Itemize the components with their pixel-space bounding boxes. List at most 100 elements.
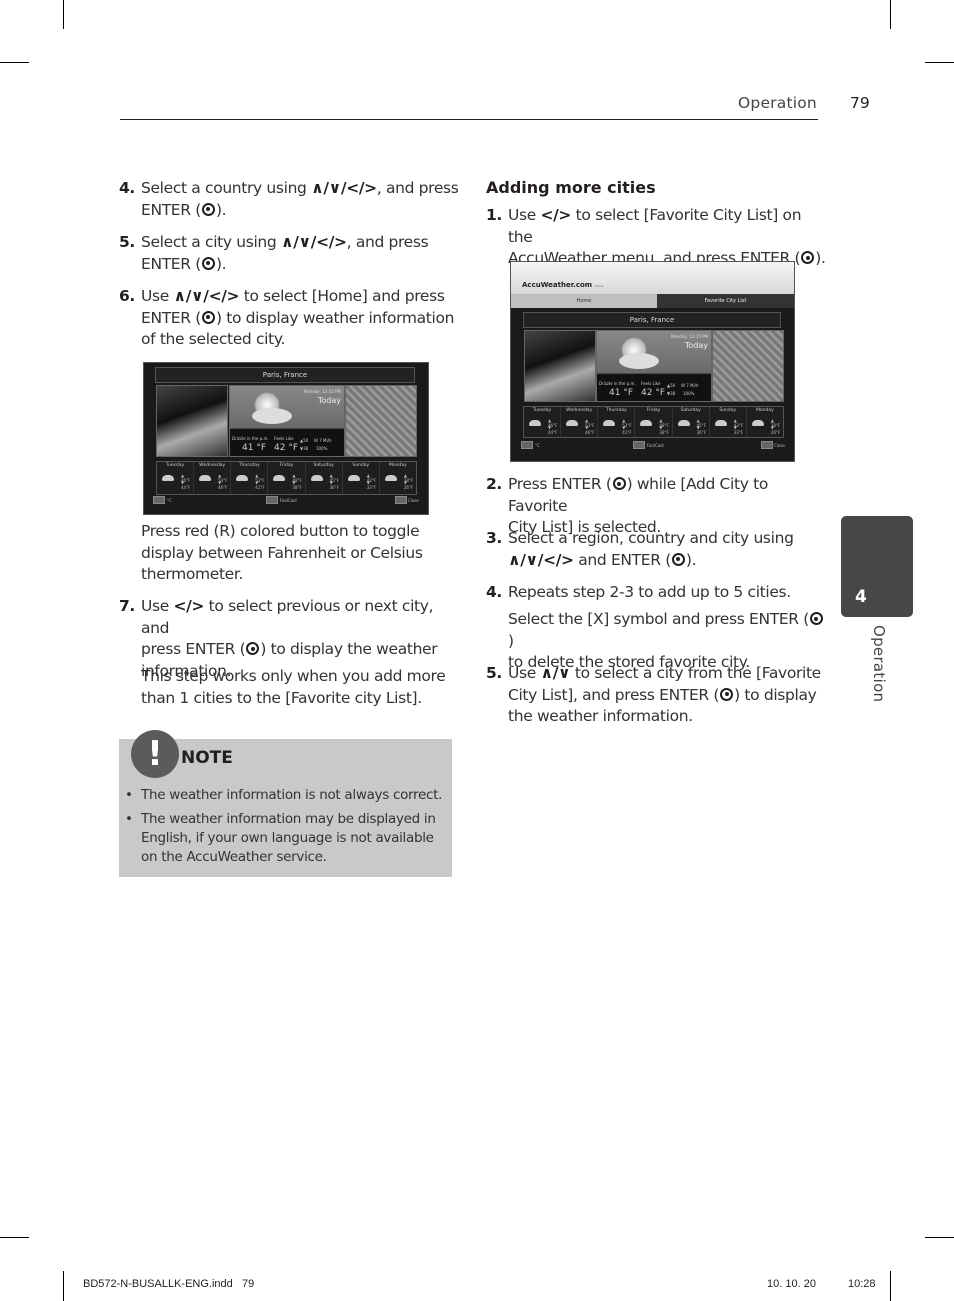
step5-post-text: to select a city from the [Favorite	[570, 664, 821, 682]
section-title: Adding more cities	[486, 178, 656, 197]
green-button-icon	[633, 441, 645, 449]
weather-screen-hi-text: ▲50	[667, 383, 676, 388]
tab-favorite-city-list[interactable]: Favorite City List	[657, 294, 794, 308]
weather-photo	[524, 330, 596, 402]
return-button-icon	[761, 441, 773, 449]
chapter-number: 4	[855, 587, 867, 607]
red-button-icon	[153, 496, 165, 504]
5-day-text: Sunday	[352, 463, 370, 468]
forecast-day: Tuesday ▲ 46°F ▼ 44°F	[524, 407, 562, 437]
accuweather-logo: AccuWeather.com Home	[522, 281, 603, 289]
cloud-icon	[603, 420, 616, 426]
forecast-strip: Tuesday ▲ 46°F ▼ 44°F Wednesday ▲ 53°F ▼ 46°…	[523, 406, 784, 438]
items-1-text: The weather information may be displayed…	[141, 811, 436, 865]
cloud-icon	[252, 408, 292, 424]
forecast-day: Tuesday ▲ 46°F ▼ 44°F	[157, 462, 195, 494]
exclamation-icon: !	[131, 730, 179, 778]
step7-note-0-text: This step works only when you add more	[141, 667, 446, 685]
forecast-day: Monday ▲ 38°F ▼ 26°F	[380, 462, 416, 494]
arrow-keys-icon: ∧/∨	[540, 664, 571, 682]
forecast-day: Thursday ▲ 53°F ▼ 41°F	[598, 407, 636, 437]
weather-screen-temp-text: 41 °F	[609, 388, 633, 398]
cloud-icon	[310, 475, 323, 481]
enter-button-icon	[612, 477, 626, 490]
note-list: • The weather information is not always c…	[125, 786, 449, 872]
0-line2-post-text: ).	[215, 200, 227, 219]
step7-line2-pre-text: press ENTER (	[141, 640, 246, 658]
arrow-keys-icon: ∧/∨/</>	[508, 550, 574, 569]
step2-pre-text: Press ENTER (	[508, 475, 612, 493]
4-lo-text: ▼ 36°F	[696, 425, 706, 435]
return-button-icon	[395, 496, 407, 504]
1-pre-text: Select a city using	[141, 233, 281, 251]
2-lo-text: ▼ 41°F	[622, 425, 632, 435]
radar-map	[345, 385, 417, 457]
accuweather-screen-logo-text: AccuWeather.com	[522, 281, 593, 289]
toggle-note-1-text: display between Fahrenheit or Celsius	[141, 543, 423, 562]
arrow-keys-icon: ∧/∨/</>	[311, 179, 377, 197]
current-weather-panel: Monday, 12:15 PM Today Drizzle in the p.…	[229, 385, 345, 457]
header-rule	[120, 119, 818, 120]
step-3: 3. Select a region, country and city usi…	[486, 528, 828, 571]
0-day-text: Tuesday	[532, 408, 552, 413]
0-day-text: Tuesday	[165, 463, 185, 468]
forecast-day: Monday ▲ 38°F ▼ 26°F	[747, 407, 783, 437]
text-span: •	[125, 811, 133, 827]
crop-mark	[925, 62, 954, 63]
step-4: 4. Select a country using ∧/∨/</>, and p…	[119, 178, 461, 221]
1-line2-post-text: ).	[215, 254, 227, 273]
5-day-text: Sunday	[719, 408, 737, 413]
weather-screen-feels-like-label-text: Feels Like	[274, 436, 294, 441]
weather-screen-feels-like-label-text: Feels Like	[641, 381, 661, 386]
print-time: 10:28	[848, 1278, 876, 1290]
1-post-text: , and press	[346, 233, 429, 251]
red-button-icon	[521, 441, 533, 449]
step1-line2-post-text: ).	[815, 249, 826, 267]
crop-mark	[890, 1271, 891, 1301]
crop-mark	[63, 1271, 64, 1301]
step-number: 7.	[119, 597, 135, 615]
step-5: 5. Select a city using ∧/∨/</>, and pres…	[119, 232, 461, 275]
chapter-label: Operation	[870, 625, 888, 703]
step5-line2-post-text: ) to display	[734, 685, 817, 704]
weather-screen-date-text: Monday, 12:15 PM	[671, 334, 708, 339]
4-lo-text: ▼ 36°F	[329, 480, 339, 490]
weather-screen-feels-like-text: 42 °F	[274, 443, 298, 453]
2-line3-text: of the selected city.	[141, 330, 286, 348]
1-day-text: Wednesday	[199, 463, 226, 468]
weather-screen-lo-text: ▼38	[300, 446, 309, 451]
arrow-keys-icon: </>	[173, 597, 205, 615]
0-pre-text: Select a country using	[141, 179, 312, 197]
6-lo-text: ▼ 26°F	[403, 480, 414, 490]
step-number: 6.	[119, 287, 135, 305]
text-span: •	[125, 787, 133, 803]
cloud-icon	[640, 420, 653, 426]
forecast-day: Thursday ▲ 53°F ▼ 41°F	[231, 462, 269, 494]
toggle-note-2-text: thermometer.	[141, 565, 244, 583]
step3-line1-text: Select a region, country and city using	[508, 529, 794, 547]
enter-button-icon	[246, 642, 260, 655]
accuweather-screen-logo-sub-text: Home	[594, 284, 604, 288]
4-day-text: Saturday	[680, 408, 701, 413]
0-post-text: , and press	[376, 179, 459, 197]
weather-screen-footer-left-text: °C	[167, 498, 172, 503]
3-lo-text: ▼ 38°F	[292, 480, 302, 490]
2-post-text: to select [Home] and press	[239, 287, 445, 305]
weather-screenshot-home: Paris, France Monday, 12:15 PM Today Dri…	[143, 362, 429, 515]
step4-sub-post-text: )	[508, 631, 514, 650]
cloud-icon	[677, 420, 690, 426]
step-1: 1. Use </> to select [Favorite City List…	[486, 205, 828, 270]
note-item: • The weather information is not always c…	[125, 786, 449, 805]
weather-screen-condition-text: Drizzle in the p.m.	[599, 381, 636, 386]
radar-map	[712, 330, 784, 402]
weather-screen-wind-text: W 7 Mi/h	[681, 383, 699, 388]
note-item: • The weather information may be displaye…	[125, 810, 449, 867]
weather-screen-hi-text: ▲50	[300, 438, 309, 443]
6-lo-text: ▼ 26°F	[770, 425, 781, 435]
2-line2-pre-text: ENTER (	[141, 308, 201, 327]
tab-home[interactable]: Home	[511, 294, 657, 308]
2-line2-post-text: ) to display weather information	[215, 308, 455, 327]
step5-line3-text: the weather information.	[508, 707, 693, 725]
0-line2-pre-text: ENTER (	[141, 200, 201, 219]
enter-button-icon	[801, 251, 815, 264]
